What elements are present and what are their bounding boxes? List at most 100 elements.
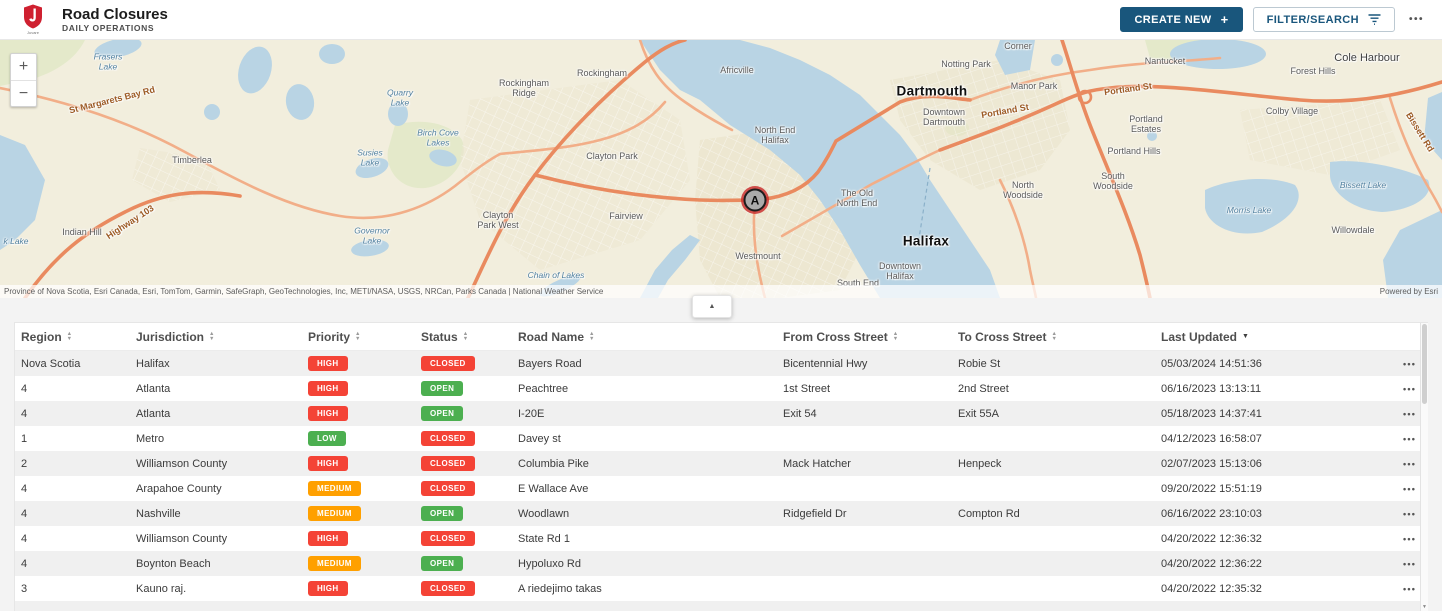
cell-last_updated: 04/20/2022 12:36:32: [1161, 533, 1401, 545]
filter-icon: [1368, 14, 1381, 25]
cell-priority: HIGH: [308, 456, 421, 471]
cell-region: 4: [21, 533, 136, 545]
scrollbar-down-icon[interactable]: ▼: [1421, 604, 1428, 610]
row-menu-button[interactable]: •••: [1401, 584, 1436, 594]
table-row[interactable]: 4Arapahoe CountyMEDIUMCLOSEDE Wallace Av…: [15, 476, 1427, 501]
table-row[interactable]: 2Williamson CountyHIGHCLOSEDColumbia Pik…: [15, 451, 1427, 476]
cell-region: 4: [21, 383, 136, 395]
cell-jurisdiction: Atlanta: [136, 383, 308, 395]
sort-icon: ▲▼: [589, 332, 594, 341]
cell-road_name: E Wallace Ave: [518, 483, 783, 495]
table-scrollbar[interactable]: ▼: [1420, 323, 1428, 611]
cell-road_name: Hypoluxo Rd: [518, 558, 783, 570]
filter-search-label: FILTER/SEARCH: [1267, 14, 1359, 26]
table-row[interactable]: 3Kauno raj.HIGHCLOSEDA riedejimo takas04…: [15, 576, 1427, 601]
row-menu-button[interactable]: •••: [1401, 534, 1436, 544]
row-menu-button[interactable]: •••: [1401, 509, 1436, 519]
cell-to_cross_street: Exit 55A: [958, 408, 1161, 420]
map-label: Governor Lake: [354, 226, 389, 245]
map-label: St Margarets Bay Rd: [68, 84, 156, 115]
page-title: Road Closures: [62, 6, 168, 23]
status-badge: CLOSED: [421, 531, 475, 546]
map-label: Nantucket: [1145, 56, 1186, 66]
row-menu-button[interactable]: •••: [1401, 384, 1436, 394]
map-zoom-control: + −: [10, 53, 37, 107]
priority-badge: HIGH: [308, 356, 348, 371]
column-header-region[interactable]: Region▲▼: [21, 330, 136, 344]
cell-road_name: A riedejimo takas: [518, 583, 783, 595]
scrollbar-thumb[interactable]: [1422, 324, 1427, 404]
column-label: Jurisdiction: [136, 330, 204, 344]
cell-region: 1: [21, 433, 136, 445]
zoom-in-button[interactable]: +: [11, 54, 36, 80]
priority-badge: MEDIUM: [308, 556, 361, 571]
cell-priority: HIGH: [308, 381, 421, 396]
map-label: Westmount: [735, 251, 780, 261]
app-header: Juvare Road Closures DAILY OPERATIONS CR…: [0, 0, 1442, 40]
filter-search-button[interactable]: FILTER/SEARCH: [1253, 7, 1395, 32]
row-menu-button[interactable]: •••: [1401, 409, 1436, 419]
road-closure-marker[interactable]: A: [744, 189, 767, 212]
header-overflow-menu-icon[interactable]: •••: [1405, 14, 1428, 25]
column-label: Region: [21, 330, 62, 344]
cell-region: 2: [21, 458, 136, 470]
column-header-status[interactable]: Status▲▼: [421, 330, 518, 344]
column-header-priority[interactable]: Priority▲▼: [308, 330, 421, 344]
map-label: Birch Cove Lakes: [417, 128, 459, 147]
row-menu-button[interactable]: •••: [1401, 434, 1436, 444]
create-new-button[interactable]: CREATE NEW +: [1120, 7, 1242, 32]
cell-road_name: Davey st: [518, 433, 783, 445]
column-label: Status: [421, 330, 458, 344]
column-header-to_cross_street[interactable]: To Cross Street ▲▼: [958, 330, 1161, 344]
cell-status: OPEN: [421, 506, 518, 521]
row-menu-button[interactable]: •••: [1401, 484, 1436, 494]
priority-badge: HIGH: [308, 581, 348, 596]
map-label: Bissett Rd: [1404, 110, 1436, 153]
table-row[interactable]: 4Williamson CountyHIGHCLOSEDState Rd 104…: [15, 526, 1427, 551]
table-row[interactable]: 4AtlantaHIGHOPENI-20EExit 54Exit 55A05/1…: [15, 401, 1427, 426]
closures-table: Region▲▼Jurisdiction▲▼Priority▲▼Status▲▼…: [14, 322, 1428, 611]
sort-icon: ▲▼: [1051, 332, 1056, 341]
cell-region: 4: [21, 508, 136, 520]
cell-from_cross_street: Ridgefield Dr: [783, 508, 958, 520]
cell-priority: MEDIUM: [308, 556, 421, 571]
map-collapse-button[interactable]: ▲: [692, 295, 732, 318]
status-badge: OPEN: [421, 381, 463, 396]
column-header-jurisdiction[interactable]: Jurisdiction▲▼: [136, 330, 308, 344]
table-row[interactable]: 4AtlantaHIGHOPENPeachtree1st Street2nd S…: [15, 376, 1427, 401]
cell-last_updated: 05/03/2024 14:51:36: [1161, 358, 1401, 370]
map-label: Bissett Lake: [1340, 181, 1386, 191]
status-badge: CLOSED: [421, 356, 475, 371]
attribution-text: Province of Nova Scotia, Esri Canada, Es…: [4, 287, 603, 296]
table-row[interactable]: 1MetroLOWCLOSEDDavey st04/12/2023 16:58:…: [15, 426, 1427, 451]
map[interactable]: Frasers LakeSt Margarets Bay RdHighway 1…: [0, 40, 1442, 298]
logo-shield-icon: [23, 4, 43, 29]
cell-from_cross_street: Mack Hatcher: [783, 458, 958, 470]
map-label: North Woodside: [1003, 180, 1043, 200]
column-header-last_updated[interactable]: Last Updated▼: [1161, 330, 1401, 344]
cell-last_updated: 04/20/2022 12:35:32: [1161, 583, 1401, 595]
cell-jurisdiction: Nashville: [136, 508, 308, 520]
cell-jurisdiction: Arapahoe County: [136, 483, 308, 495]
column-header-road_name[interactable]: Road Name▲▼: [518, 330, 783, 344]
cell-last_updated: 04/12/2023 16:58:07: [1161, 433, 1401, 445]
cell-last_updated: 06/16/2022 23:10:03: [1161, 508, 1401, 520]
map-label: Portland St: [980, 102, 1029, 120]
row-menu-button[interactable]: •••: [1401, 459, 1436, 469]
priority-badge: HIGH: [308, 531, 348, 546]
zoom-out-button[interactable]: −: [11, 80, 36, 106]
map-label: Manor Park: [1011, 81, 1058, 91]
map-label: Indian Hill: [62, 227, 102, 237]
column-label: Priority: [308, 330, 350, 344]
map-label: Forest Hills: [1290, 66, 1335, 76]
cell-priority: LOW: [308, 431, 421, 446]
cell-region: Nova Scotia: [21, 358, 136, 370]
row-menu-button[interactable]: •••: [1401, 359, 1436, 369]
table-row[interactable]: Nova ScotiaHalifaxHIGHCLOSEDBayers RoadB…: [15, 351, 1427, 376]
table-row[interactable]: 4Boynton BeachMEDIUMOPENHypoluxo Rd04/20…: [15, 551, 1427, 576]
column-header-from_cross_street[interactable]: From Cross Street▲▼: [783, 330, 958, 344]
table-row[interactable]: 4NashvilleMEDIUMOPENWoodlawnRidgefield D…: [15, 501, 1427, 526]
row-menu-button[interactable]: •••: [1401, 559, 1436, 569]
column-label: To Cross Street: [958, 330, 1046, 344]
map-label: Clayton Park: [586, 151, 638, 161]
